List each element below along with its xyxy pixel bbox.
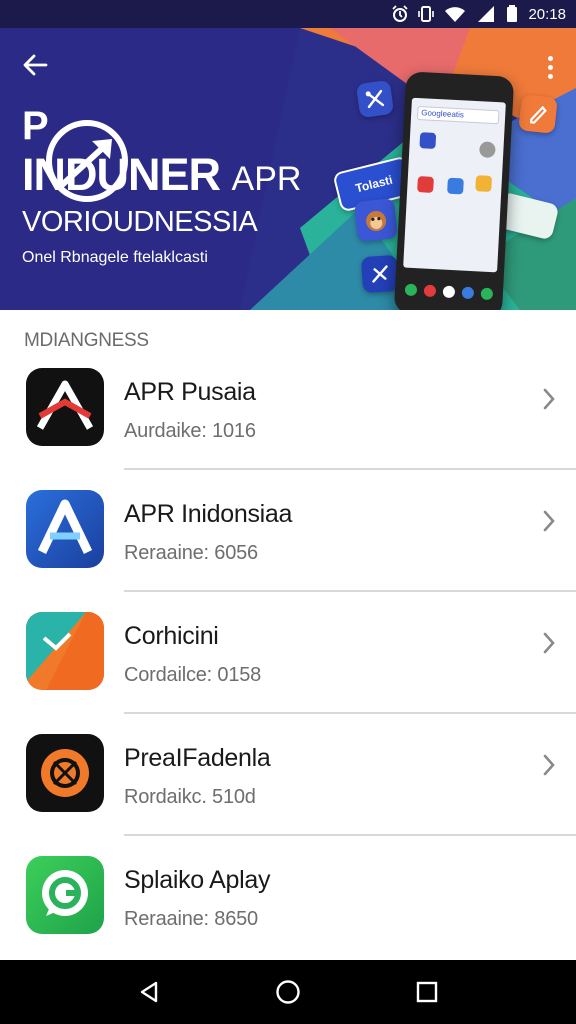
list-item[interactable]: APR Inidonsiaa Reraaine: 6056 (0, 470, 576, 592)
recents-square-icon (416, 981, 437, 1003)
floating-app-icon (360, 254, 400, 294)
app-name: Splaiko Aplay (124, 866, 271, 894)
chevron-right-icon (543, 510, 555, 532)
floating-app-icon (355, 79, 395, 119)
phone-dock (404, 280, 494, 305)
nav-home-button[interactable] (268, 972, 308, 1012)
list-item[interactable]: Corhicini Cordailce: 0158 (0, 592, 576, 714)
status-bar: 20:18 (0, 0, 576, 28)
hero-title-bold: INDUNER (22, 149, 221, 200)
pencil-icon (529, 105, 547, 124)
app-meta: Cordailce: 0158 (124, 664, 262, 686)
orange-disc-icon (26, 734, 104, 812)
status-time: 20:18 (528, 5, 566, 23)
vibrate-icon (418, 5, 435, 23)
overflow-dot-icon (547, 55, 553, 61)
floating-app-icon (354, 198, 398, 242)
hero-title: INDUNER APR (22, 152, 301, 197)
phone-app-tile (479, 141, 496, 159)
hero-title-thin: APR (231, 160, 302, 198)
more-options-button[interactable] (538, 50, 562, 84)
wifi-icon (444, 5, 466, 23)
folded-paper-icon (26, 612, 104, 690)
apr-logo-icon (26, 368, 104, 446)
back-button[interactable] (18, 48, 52, 82)
floating-app-icon (518, 94, 558, 134)
scissors-icon (365, 89, 385, 109)
nav-recents-button[interactable] (407, 972, 447, 1012)
phone-search-bar: Googleeatis (416, 105, 500, 125)
hero-subtitle: VORIOUDNESSIA (22, 206, 258, 238)
chevron-right-icon (543, 632, 555, 654)
system-nav-bar (0, 960, 576, 1024)
app-meta: Rordaikc. 510d (124, 786, 256, 808)
app-meta: Reraaine: 6056 (124, 542, 258, 564)
list-item[interactable]: APR Pusaia Aurdaike: 1016 (0, 348, 576, 470)
nav-back-button[interactable] (129, 972, 169, 1012)
overflow-dot-icon (547, 73, 553, 79)
phone-search-text: Googleeatis (421, 108, 465, 120)
phone-screen: Googleeatis (403, 97, 506, 273)
tools-icon (372, 265, 388, 283)
phone-dock-icon (423, 284, 437, 298)
phone-dock-icon (461, 286, 475, 300)
phone-app-tile (417, 176, 434, 193)
hero-tagline: Onel Rbnagele ftelaklcasti (22, 249, 208, 266)
chevron-right-icon (543, 388, 555, 410)
phone-dock-icon (442, 285, 456, 299)
chevron-right-icon (543, 754, 555, 776)
phone-app-tile (419, 132, 437, 149)
list-item[interactable]: Splaiko Aplay Reraaine: 8650 (0, 836, 576, 958)
hero-banner: P INDUNER APR VORIOUDNESSIA Onel Rbnagel… (0, 28, 576, 310)
arrow-left-icon (23, 54, 48, 76)
overflow-dot-icon (547, 64, 553, 70)
logo-letter: P (22, 104, 49, 148)
phone-mockup: Googleeatis (393, 71, 515, 310)
phone-app-tile (475, 175, 493, 192)
back-triangle-icon (141, 981, 158, 1003)
battery-icon (506, 5, 518, 23)
app-meta: Reraaine: 8650 (124, 908, 258, 930)
list-item[interactable]: PreaIFadenla Rordaikc. 510d (0, 714, 576, 836)
phone-dock-icon (404, 283, 418, 297)
app-screen: 20:18 P INDUNER APR VORIOUDNESSIA Onel R… (0, 0, 576, 1024)
phone-dock-icon (480, 287, 494, 301)
floating-card-label: Tolasti (353, 172, 395, 196)
app-name: APR Inidonsiaa (124, 500, 293, 528)
signal-icon (476, 5, 496, 23)
app-name: Corhicini (124, 622, 219, 650)
app-list: APR Pusaia Aurdaike: 1016 APR Inidonsiaa… (0, 348, 576, 958)
app-name: PreaIFadenla (124, 744, 271, 772)
alarm-icon (392, 5, 409, 23)
letter-a-icon (26, 490, 104, 568)
home-circle-icon (276, 980, 300, 1004)
app-meta: Aurdaike: 1016 (124, 420, 256, 442)
chat-bubble-icon (26, 856, 104, 934)
monkey-face-icon (366, 210, 387, 231)
app-name: APR Pusaia (124, 378, 256, 406)
phone-app-tile (447, 177, 464, 195)
